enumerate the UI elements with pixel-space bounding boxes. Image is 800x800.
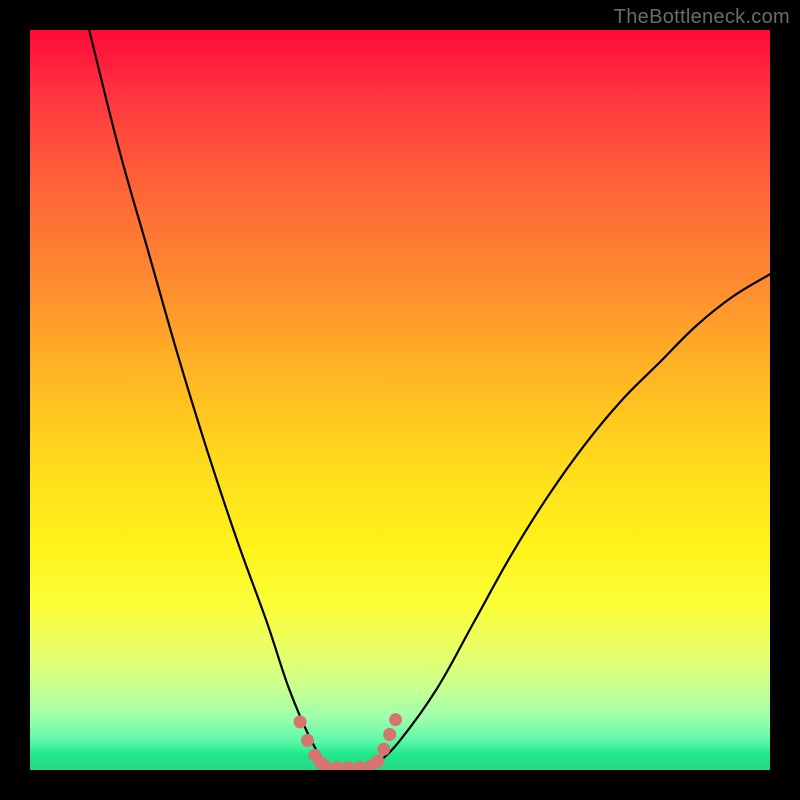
plot-area	[30, 30, 770, 770]
valley-right-edge-dot	[371, 755, 384, 768]
valley-floor-dot	[331, 761, 344, 770]
valley-left-edge-dot	[301, 734, 314, 747]
watermark-label: TheBottleneck.com	[614, 6, 790, 29]
valley-markers	[294, 713, 402, 770]
valley-floor-dot	[342, 761, 355, 770]
bottleneck-curve-path	[89, 30, 770, 770]
valley-left-edge-dot	[294, 715, 307, 728]
curve-layer	[30, 30, 770, 770]
bottleneck-curve	[89, 30, 770, 770]
valley-floor-dot	[353, 761, 366, 770]
valley-right-edge-dot	[383, 728, 396, 741]
chart-frame: TheBottleneck.com	[0, 0, 800, 800]
valley-right-edge-dot	[389, 713, 402, 726]
valley-right-edge-dot	[377, 743, 390, 756]
